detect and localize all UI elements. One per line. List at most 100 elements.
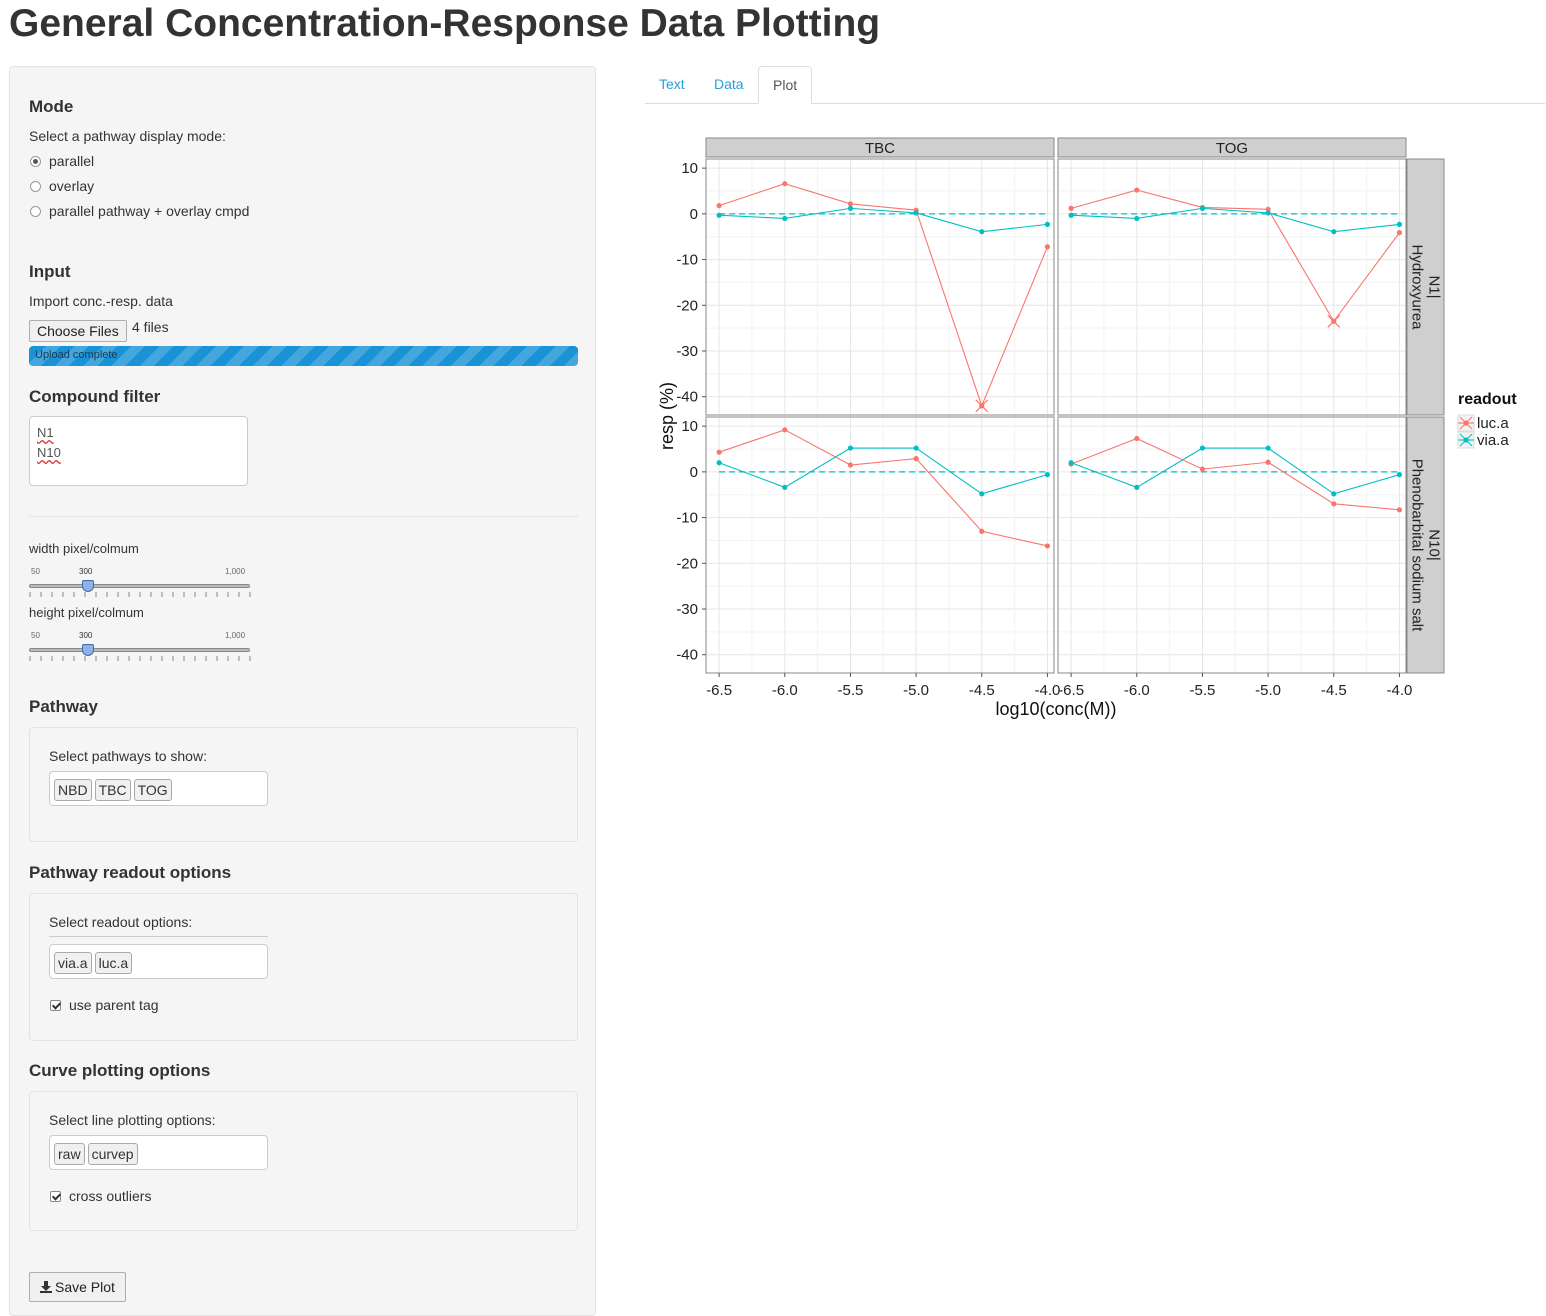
width-slider-min: 50	[31, 567, 40, 576]
mode-heading: Mode	[29, 97, 74, 116]
y-tick-label: -20	[676, 555, 698, 572]
y-tick-label: 10	[681, 160, 698, 177]
data-point	[716, 212, 722, 218]
upload-progress-label: Upload complete	[35, 349, 118, 361]
data-point	[913, 210, 919, 216]
mode-prompt: Select a pathway display mode:	[29, 128, 226, 144]
facet-label-tbc: TBC	[865, 140, 895, 157]
data-point	[1331, 491, 1337, 497]
tab-plot[interactable]: Plot	[758, 66, 813, 104]
curve-select[interactable]: raw curvep	[49, 1135, 268, 1170]
save-plot-button[interactable]: Save Plot	[29, 1272, 126, 1302]
curve-prompt: Select line plotting options:	[49, 1112, 216, 1128]
x-tick-label: -6.0	[772, 682, 798, 699]
data-point	[1396, 230, 1403, 236]
width-slider-handle[interactable]	[82, 580, 94, 592]
readout-chip[interactable]: luc.a	[94, 952, 133, 974]
data-point	[1396, 507, 1403, 513]
data-point	[979, 229, 985, 235]
panel-background	[1058, 417, 1406, 673]
y-tick-label: 10	[681, 418, 698, 435]
cross-outliers-label[interactable]: cross outliers	[69, 1188, 151, 1204]
plot-panel: -6.5 -6.0 -5.5 -5.0 -4.5 -4.0	[1057, 416, 1412, 699]
height-slider-max: 1,000	[225, 631, 246, 640]
upload-progress-bar: Upload complete	[29, 346, 578, 366]
pathway-chip[interactable]: TBC	[94, 779, 131, 801]
cross-outliers-checkbox[interactable]	[50, 1191, 61, 1202]
data-point	[1068, 205, 1074, 211]
y-tick-label: -30	[676, 343, 698, 360]
readout-heading: Pathway readout options	[29, 863, 232, 882]
y-tick-label: 0	[690, 464, 698, 481]
height-slider-label: height pixel/colmum	[29, 605, 144, 620]
x-tick-label: -4.5	[969, 682, 995, 699]
data-point	[979, 528, 985, 534]
data-point	[1199, 466, 1206, 472]
legend-title: readout	[1458, 391, 1517, 408]
data-point	[847, 205, 854, 211]
data-point	[1068, 212, 1074, 218]
panel-background	[706, 159, 1054, 415]
data-point	[716, 449, 722, 455]
compound-filter-line: N1	[37, 425, 54, 440]
data-point	[1044, 472, 1051, 478]
data-point	[1199, 445, 1206, 451]
tab-bar: Text Data Plot	[645, 66, 1545, 104]
mode-radio-parallel[interactable]	[30, 156, 41, 167]
save-plot-label: Save Plot	[55, 1279, 115, 1295]
legend-label-luc-a: luc.a	[1477, 415, 1509, 432]
use-parent-tag-label[interactable]: use parent tag	[69, 997, 159, 1013]
readout-chip[interactable]: via.a	[54, 952, 92, 974]
mode-radio-overlay[interactable]	[30, 181, 41, 192]
tab-text[interactable]: Text	[645, 66, 699, 103]
facet-row-label-line: Phenobarbital sodium salt	[1409, 459, 1426, 632]
y-tick-label: -10	[676, 252, 698, 269]
pathway-chip[interactable]: TOG	[133, 779, 172, 801]
mode-label-parallel-overlay[interactable]: parallel pathway + overlay cmpd	[49, 203, 249, 219]
x-tick-label: -5.5	[838, 682, 864, 699]
height-slider-min: 50	[31, 631, 40, 640]
width-slider-ticks	[29, 592, 251, 597]
tab-data[interactable]: Data	[700, 66, 758, 103]
pathway-prompt: Select pathways to show:	[49, 748, 207, 764]
data-point	[1265, 445, 1271, 451]
data-point	[1044, 543, 1051, 549]
y-axis-label: resp (%)	[657, 382, 677, 450]
x-tick-label: -6.5	[1058, 682, 1084, 699]
height-slider-track[interactable]	[29, 648, 250, 652]
data-point	[1134, 187, 1140, 193]
mode-label-overlay[interactable]: overlay	[49, 178, 94, 194]
file-count: 4 files	[132, 319, 169, 335]
compound-filter-line: N10	[37, 445, 61, 460]
data-point	[1199, 205, 1206, 211]
x-tick-label: -5.0	[1255, 682, 1281, 699]
plot-panel: 10 0 -10 -20 -30 -40 -6.5 -6.0 -5.5 -5.0 -4.5 -4.0	[676, 416, 1061, 699]
curve-chip[interactable]: curvep	[87, 1143, 138, 1165]
mode-label-parallel[interactable]: parallel	[49, 153, 94, 169]
height-slider-value: 300	[79, 631, 93, 640]
x-axis-label: log10(conc(M))	[995, 699, 1116, 719]
x-tick-label: -4.0	[1035, 682, 1061, 699]
width-slider-track[interactable]	[29, 584, 250, 588]
mode-radio-parallel-overlay[interactable]	[30, 206, 41, 217]
data-point	[782, 181, 788, 187]
x-tick-label: -5.0	[903, 682, 929, 699]
use-parent-tag-checkbox[interactable]	[50, 1000, 61, 1011]
input-heading: Input	[29, 262, 71, 281]
height-slider-handle[interactable]	[82, 644, 94, 656]
data-point	[782, 484, 788, 490]
curve-chip[interactable]: raw	[54, 1143, 85, 1165]
readout-select[interactable]: via.a luc.a	[49, 944, 268, 979]
data-point	[847, 201, 854, 207]
pathway-chip[interactable]: NBD	[54, 779, 92, 801]
pathway-select[interactable]: NBD TBC TOG	[49, 771, 268, 806]
data-point	[716, 460, 722, 466]
curve-heading: Curve plotting options	[29, 1061, 211, 1080]
readout-underline	[49, 936, 268, 937]
data-point	[1068, 460, 1074, 466]
concentration-response-chart: TBC TOG N1|Hydroxyurea N10|Phenobarbital so…	[657, 137, 1517, 719]
x-tick-label: -6.5	[706, 682, 732, 699]
choose-files-button[interactable]: Choose Files	[29, 320, 127, 342]
compound-filter-textarea[interactable]: N1 N10	[29, 416, 248, 486]
sidebar-panel: Mode Select a pathway display mode: para…	[9, 66, 596, 1316]
